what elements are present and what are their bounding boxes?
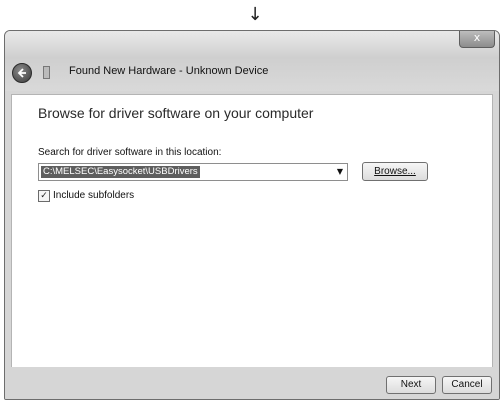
wizard-footer: Next Cancel (5, 367, 499, 399)
driver-location-combobox[interactable]: C:\MELSEC\Easysocket\USBDrivers ▼ (38, 163, 348, 181)
down-arrow-indicator: ↓ (247, 4, 263, 25)
include-subfolders-label[interactable]: Include subfolders (53, 190, 134, 201)
hardware-wizard-icon (43, 66, 50, 79)
browse-label: Browse... (374, 166, 416, 177)
search-location-label: Search for driver software in this locat… (38, 147, 222, 158)
found-new-hardware-window: x Found New Hardware - Unknown Device Br… (4, 30, 500, 400)
browse-button[interactable]: Browse... (362, 162, 428, 181)
close-button[interactable]: x (459, 31, 495, 48)
window-title: Found New Hardware - Unknown Device (69, 65, 269, 77)
back-arrow-icon (17, 68, 26, 78)
back-button[interactable] (12, 63, 32, 83)
page-heading: Browse for driver software on your compu… (38, 105, 314, 121)
driver-path-value[interactable]: C:\MELSEC\Easysocket\USBDrivers (41, 166, 200, 178)
title-bar: x Found New Hardware - Unknown Device (5, 31, 499, 91)
dropdown-arrow-icon[interactable]: ▼ (337, 166, 343, 178)
next-button[interactable]: Next (386, 376, 436, 394)
include-subfolders-checkbox[interactable]: ✓ (38, 190, 50, 202)
cancel-button[interactable]: Cancel (442, 376, 492, 394)
wizard-content-panel: Browse for driver software on your compu… (11, 94, 493, 368)
